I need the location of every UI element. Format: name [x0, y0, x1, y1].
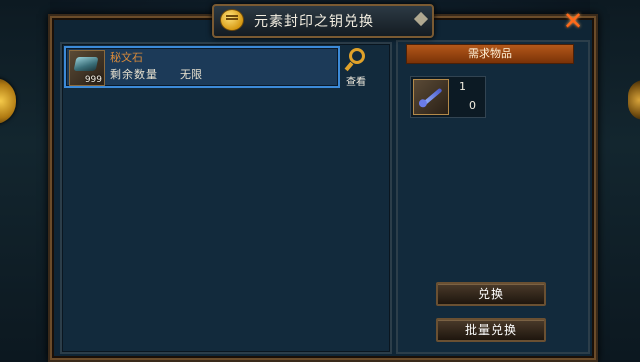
rune-stone-icon: 999 [69, 50, 105, 86]
view-button[interactable]: 查看 [344, 46, 374, 88]
item-count: 999 [84, 75, 102, 85]
magnifier-icon [349, 48, 365, 64]
view-button-label: 查看 [346, 77, 366, 88]
required-item-need: 1 [459, 80, 466, 93]
close-button[interactable]: ✕ [560, 8, 586, 34]
exchange-button[interactable]: 兑换 [436, 282, 546, 306]
item-remain-label: 剩余数量 [110, 68, 158, 81]
side-emblem-icon[interactable] [0, 78, 16, 124]
required-item-slot[interactable]: 1 0 [410, 76, 486, 118]
background-left [0, 0, 50, 360]
item-remain-value: 无限 [180, 68, 202, 81]
close-x-icon: ✕ [562, 7, 584, 35]
required-items-header: 需求物品 [406, 44, 574, 64]
chat-bubble-icon [220, 9, 244, 31]
item-name: 秘文石 [110, 51, 143, 64]
required-item-have: 0 [469, 99, 476, 112]
title-ornament-icon [413, 11, 429, 27]
window-title: 元素封印之钥兑换 [254, 14, 374, 30]
window-title-bar: 元素封印之钥兑换 [212, 4, 434, 38]
blue-key-icon [413, 79, 449, 115]
exchange-list-item[interactable]: 999 秘文石 剩余数量 无限 [64, 46, 340, 88]
batch-exchange-button[interactable]: 批量兑换 [436, 318, 546, 342]
exchange-list-panel [60, 42, 392, 354]
side-emblem-right-icon[interactable] [628, 80, 640, 120]
